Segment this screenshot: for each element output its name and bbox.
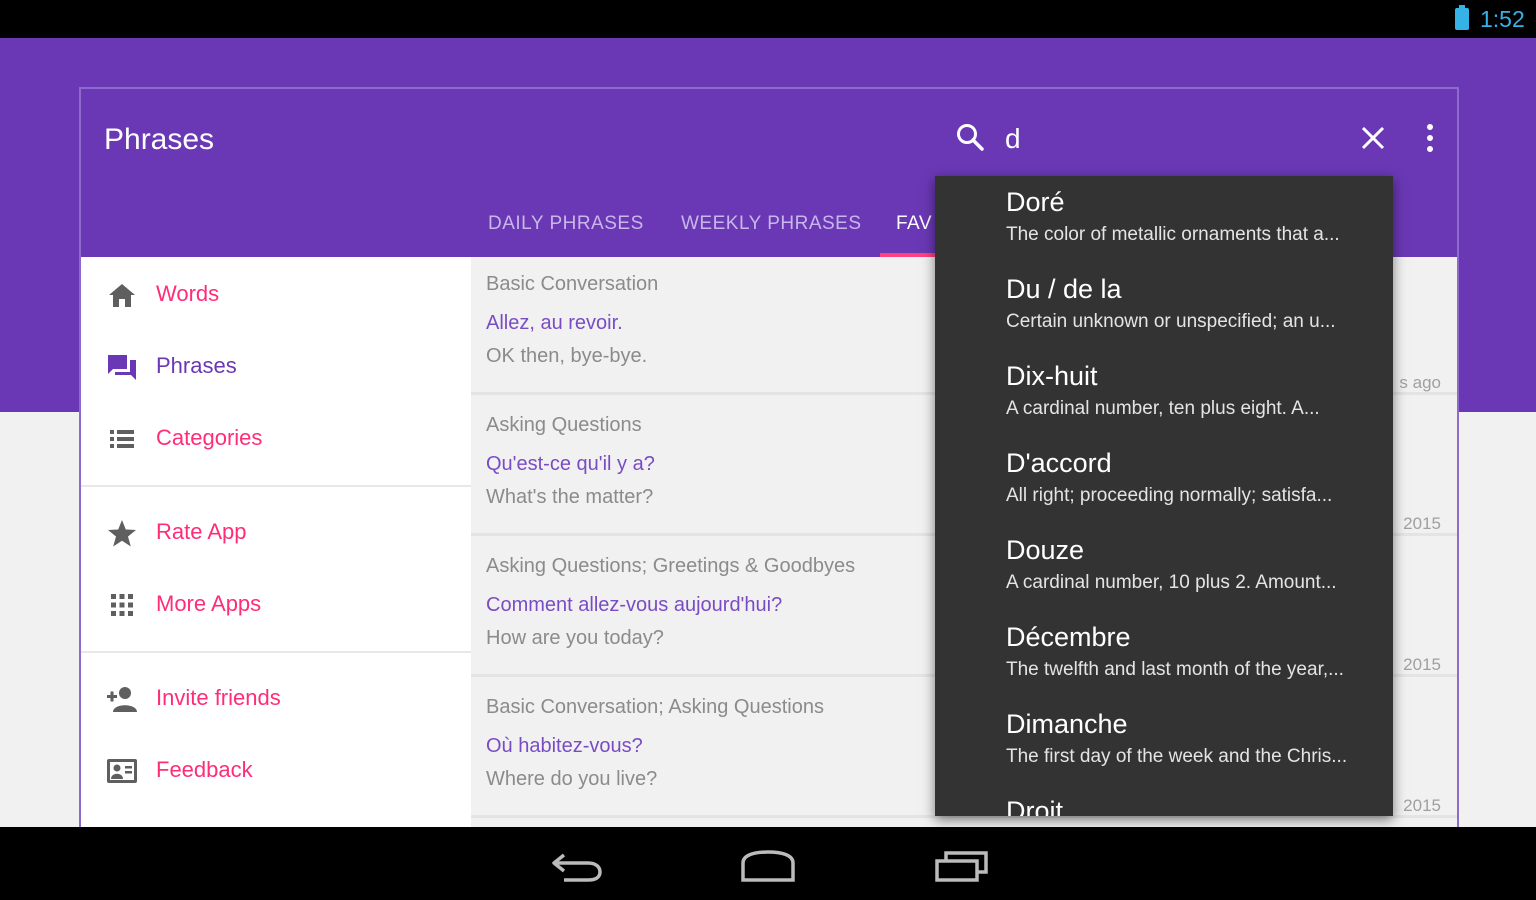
nav-item-label: Invite friends xyxy=(156,685,281,710)
phrase-date: 2015 xyxy=(1403,796,1441,815)
home-icon xyxy=(109,284,135,307)
phrase-french: Où habitez-vous? xyxy=(486,735,643,757)
overflow-menu-icon[interactable] xyxy=(1420,122,1440,154)
list-icon xyxy=(110,430,134,448)
suggestion-word: Décembre xyxy=(1006,622,1131,652)
nav-item-label: Feedback xyxy=(156,757,253,782)
phrase-date: 2015 xyxy=(1403,655,1441,674)
phrase-category: Basic Conversation; Asking Questions xyxy=(486,696,824,718)
suggestion-definition: The twelfth and last month of the year,.… xyxy=(1006,659,1344,680)
nav-item-label: More Apps xyxy=(156,591,262,616)
suggestion-item[interactable]: Dix-huit A cardinal number, ten plus eig… xyxy=(935,350,1393,437)
status-time: 1:52 xyxy=(1480,6,1525,32)
suggestion-definition: A cardinal number, 10 plus 2. Amount... xyxy=(1006,572,1337,593)
suggestion-item[interactable]: Douze A cardinal number, 10 plus 2. Amou… xyxy=(935,524,1393,611)
close-icon[interactable] xyxy=(1359,124,1387,152)
nav-item-invite-friends[interactable]: Invite friends xyxy=(81,669,471,729)
suggestion-word: Du / de la xyxy=(1006,274,1122,304)
phrase-english: What's the matter? xyxy=(486,486,654,508)
phrase-english: How are you today? xyxy=(486,627,664,649)
battery-icon xyxy=(1455,5,1469,30)
divider xyxy=(81,485,471,487)
search-input[interactable] xyxy=(1005,121,1335,157)
suggestion-word: Doré xyxy=(1006,187,1065,217)
search-icon[interactable] xyxy=(955,122,985,152)
status-bar: 1:52 xyxy=(0,0,1536,38)
nav-item-feedback[interactable]: Feedback xyxy=(81,741,471,801)
system-nav-bar xyxy=(0,827,1536,900)
nav-item-more-apps[interactable]: More Apps xyxy=(81,575,471,635)
phrase-category: Asking Questions xyxy=(486,414,642,436)
nav-item-label: Categories xyxy=(156,425,263,450)
suggestion-word: D'accord xyxy=(1006,448,1112,478)
suggestion-item[interactable]: Doré The color of metallic ornaments tha… xyxy=(935,176,1393,263)
recents-icon[interactable] xyxy=(934,849,990,883)
chat-bubbles-icon xyxy=(108,355,136,380)
suggestion-item[interactable]: Du / de la Certain unknown or unspecifie… xyxy=(935,263,1393,350)
back-icon[interactable] xyxy=(550,849,604,883)
suggestion-word: Douze xyxy=(1006,535,1085,565)
tab-daily-phrases[interactable]: DAILY PHRASES xyxy=(488,213,644,235)
phrase-french: Qu'est-ce qu'il y a? xyxy=(486,453,655,475)
nav-item-categories[interactable]: Categories xyxy=(81,409,471,469)
suggestion-item[interactable]: Décembre The twelfth and last month of t… xyxy=(935,611,1393,698)
suggestion-definition: A cardinal number, ten plus eight. A... xyxy=(1006,398,1320,419)
search-suggestions-dropdown: Doré The color of metallic ornaments tha… xyxy=(935,176,1393,816)
apps-grid-icon xyxy=(111,594,133,616)
suggestion-word: Droit xyxy=(1006,796,1064,816)
phrase-category: Asking Questions; Greetings & Goodbyes xyxy=(486,555,856,577)
phrase-french: Allez, au revoir. xyxy=(486,312,623,334)
nav-item-rate-app[interactable]: Rate App xyxy=(81,503,471,563)
suggestion-definition: The color of metallic ornaments that a..… xyxy=(1006,224,1340,245)
phrase-english: Where do you live? xyxy=(486,768,658,790)
suggestion-definition: Certain unknown or unspecified; an u... xyxy=(1006,311,1336,332)
suggestion-item[interactable]: D'accord All right; proceeding normally;… xyxy=(935,437,1393,524)
suggestion-word: Dix-huit xyxy=(1006,361,1098,391)
phrase-english: OK then, bye-bye. xyxy=(486,345,648,367)
tab-weekly-phrases[interactable]: WEEKLY PHRASES xyxy=(681,213,862,235)
phrase-category: Basic Conversation xyxy=(486,273,659,295)
navigation-drawer: Words Phrases Categories Rate App More A… xyxy=(81,257,471,827)
nav-item-words[interactable]: Words xyxy=(81,265,471,325)
suggestion-definition: The first day of the week and the Chris.… xyxy=(1006,746,1348,767)
phrase-date: 2015 xyxy=(1403,514,1441,533)
tab-favorites[interactable]: FAV xyxy=(896,213,932,235)
phrase-date: s ago xyxy=(1399,373,1441,392)
add-person-icon xyxy=(107,687,137,712)
phrase-french: Comment allez-vous aujourd'hui? xyxy=(486,594,783,616)
suggestion-item[interactable]: Droit xyxy=(935,785,1393,816)
suggestion-word: Dimanche xyxy=(1006,709,1128,739)
divider xyxy=(81,651,471,653)
star-icon xyxy=(108,520,136,547)
home-icon[interactable] xyxy=(740,849,796,883)
nav-item-label: Rate App xyxy=(156,519,247,544)
nav-item-label: Words xyxy=(156,281,220,306)
suggestion-definition: All right; proceeding normally; satisfa.… xyxy=(1006,485,1333,506)
feedback-icon xyxy=(107,759,137,783)
page-title: Phrases xyxy=(104,123,215,156)
nav-item-label: Phrases xyxy=(156,353,237,378)
nav-item-phrases[interactable]: Phrases xyxy=(81,337,471,397)
suggestion-item[interactable]: Dimanche The first day of the week and t… xyxy=(935,698,1393,785)
